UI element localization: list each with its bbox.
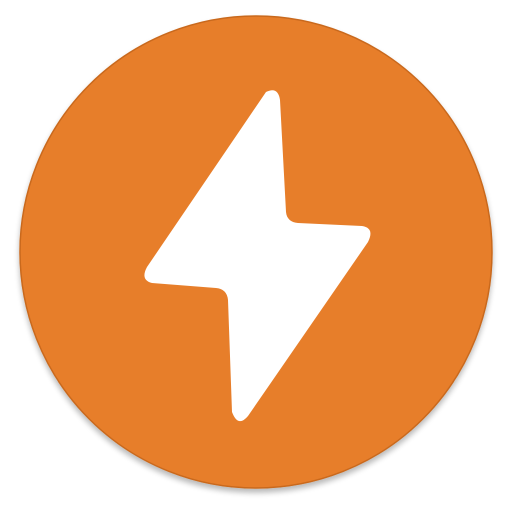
app-icon	[0, 0, 512, 512]
app-icon-graphic	[19, 15, 493, 489]
